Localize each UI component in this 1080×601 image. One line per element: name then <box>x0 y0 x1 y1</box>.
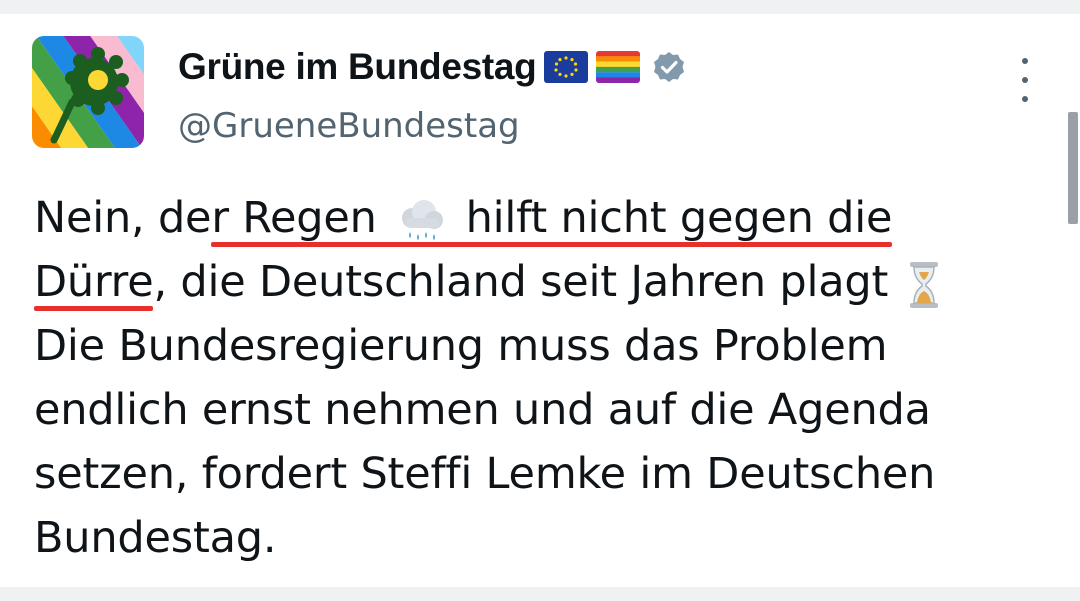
display-name-row[interactable]: Grüne im Bundestag <box>178 42 686 92</box>
tweet-text: Nein, der Regen hilft nicht gegen die Dü… <box>34 186 1034 570</box>
display-name[interactable]: Grüne im Bundestag <box>178 46 537 88</box>
tweet-line: Dürre, die Deutschland seit Jahren plagt <box>34 250 1034 314</box>
eu-flag-icon <box>544 51 589 83</box>
tweet-line: setzen, fordert Steffi Lemke im Deutsche… <box>34 449 936 499</box>
rainbow-flag-icon <box>596 51 641 83</box>
cloud-with-rain-icon <box>396 198 446 244</box>
highlighted-text: Dürre <box>34 257 154 307</box>
user-handle[interactable]: @GrueneBundestag <box>178 106 520 146</box>
tweet-line: Die Bundesregierung muss das Problem <box>34 321 888 371</box>
tweet-line: endlich ernst nehmen und auf die Agenda <box>34 385 931 435</box>
more-dot <box>1022 96 1028 102</box>
verified-badge-icon[interactable] <box>652 50 686 84</box>
scrollbar-thumb[interactable] <box>1068 112 1078 224</box>
more-dot <box>1022 77 1028 83</box>
more-dot <box>1022 58 1028 64</box>
tweet-card: Grüne im Bundestag @GrueneBundestag Nein… <box>0 14 1080 587</box>
more-options-icon[interactable] <box>1010 58 1040 102</box>
hourglass-icon <box>908 260 940 310</box>
tweet-line: Nein, der Regen hilft nicht gegen die <box>34 193 893 244</box>
profile-avatar[interactable] <box>32 36 144 148</box>
tweet-line: Bundestag. <box>34 513 277 563</box>
highlighted-text: r Regen hilft nicht gegen die <box>211 193 893 244</box>
